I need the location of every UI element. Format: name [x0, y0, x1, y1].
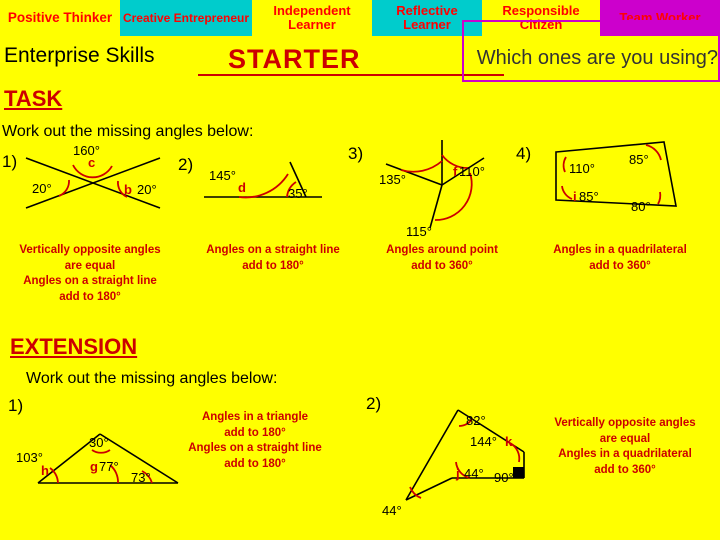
extension-note-2: Vertically opposite angles are equal Ang…: [534, 416, 716, 478]
q2-angle-35: 35°: [288, 186, 308, 201]
extension-note-2-line-3: Angles in a quadrilateral: [558, 448, 692, 461]
e2-letter-k: k: [505, 434, 513, 449]
q1-letter-c: c: [88, 155, 96, 170]
task-note-1-line-4: add to 180°: [59, 290, 121, 303]
q3-arc-135: [400, 160, 443, 173]
task-note-1-line-3: Angles on a straight line: [23, 275, 157, 288]
extension-note-2-line-1: Vertically opposite angles: [554, 417, 696, 429]
e1-angle-77: 77°: [99, 459, 119, 474]
q4-arc-c: [561, 185, 573, 200]
q2-angle-145: 145°: [209, 168, 236, 183]
e2-angle-90: 90°: [494, 470, 514, 485]
task-note-1-line-2: are equal: [64, 259, 116, 272]
e2-letter-j: j: [456, 466, 460, 481]
extension-note-1-line-1: Angles in a triangle: [201, 411, 309, 423]
q2-number: 2): [178, 155, 194, 174]
extension-note-1: Angles in a triangle add to 180° Angles …: [170, 410, 340, 472]
e2-angle-144: 144°: [470, 434, 497, 449]
task-note-2-line-1: Angles on a straight line: [206, 244, 340, 256]
e1-angle-73: 73°: [131, 470, 151, 485]
e2-arc-44: [409, 486, 422, 499]
e2-right-angle-marker: [513, 467, 524, 478]
q1-angle-20-right: 20°: [137, 182, 157, 197]
e2-number: 2): [366, 394, 382, 413]
q4-number: 4): [516, 144, 532, 163]
e1-arc-30: [91, 449, 111, 454]
task-note-1-line-1: Vertically opposite angles: [19, 244, 161, 256]
task-note-4: Angles in a quadrilateral add to 360°: [530, 243, 710, 274]
e2-angle-82: 82°: [466, 413, 486, 428]
q3-letter-f: f: [453, 164, 458, 179]
e1-angle-30: 30°: [89, 435, 109, 450]
q3-angle-115: 115°: [406, 224, 432, 239]
q1-angle-160: 160°: [73, 143, 100, 158]
q3-ray-down: [429, 184, 443, 229]
task-note-3-line-2: add to 360°: [411, 259, 473, 272]
q4-letter-i: i: [573, 189, 577, 204]
q4-angle-80: 80°: [631, 199, 651, 214]
e1-number: 1): [8, 396, 24, 415]
task-note-2: Angles on a straight line add to 180°: [188, 243, 358, 274]
q4-arc-d: [657, 191, 662, 205]
extension-note-1-line-4: add to 180°: [224, 457, 286, 470]
q1-letter-b: b: [124, 182, 132, 197]
extension-heading: EXTENSION: [10, 334, 138, 359]
e2-angle-44-outer: 44°: [382, 503, 402, 518]
extension-note-1-line-2: add to 180°: [224, 426, 286, 439]
e2-line-left: [405, 409, 459, 501]
q3-angle-110: 110°: [459, 164, 485, 179]
task-note-3: Angles around point add to 360°: [362, 243, 522, 274]
q4-angle-85-bottom: 85°: [579, 189, 599, 204]
q2-letter-d: d: [238, 180, 246, 195]
task-note-2-line-2: add to 180°: [242, 259, 304, 272]
e1-angle-103: 103°: [16, 450, 43, 465]
task-note-4-line-2: add to 360°: [589, 259, 651, 272]
e1-letter-g: g: [90, 459, 98, 474]
e2-angle-44-inner: 44°: [464, 466, 484, 481]
task-note-3-line-1: Angles around point: [386, 244, 498, 256]
q3-arc-115: [434, 172, 473, 221]
extension-note-2-line-4: add to 360°: [594, 463, 656, 476]
q4-arc-a: [562, 156, 567, 173]
q3-number: 3): [348, 144, 364, 163]
q1-number: 1): [2, 152, 18, 171]
task-note-1: Vertically opposite angles are equal Ang…: [0, 243, 180, 305]
q4-angle-85-top: 85°: [629, 152, 649, 167]
task-note-4-line-1: Angles in a quadrilateral: [553, 244, 687, 256]
q1-arc-left: [58, 179, 70, 197]
q1-angle-20-left: 20°: [32, 181, 52, 196]
q2-arc-left: [238, 173, 289, 199]
extension-instruction: Work out the missing angles below:: [26, 370, 278, 387]
extension-note-1-line-3: Angles on a straight line: [188, 442, 322, 455]
e1-letter-h: h: [41, 463, 49, 478]
q4-angle-110: 110°: [569, 161, 595, 176]
extension-note-2-line-2: are equal: [599, 432, 651, 445]
q3-angle-135: 135°: [379, 172, 406, 187]
